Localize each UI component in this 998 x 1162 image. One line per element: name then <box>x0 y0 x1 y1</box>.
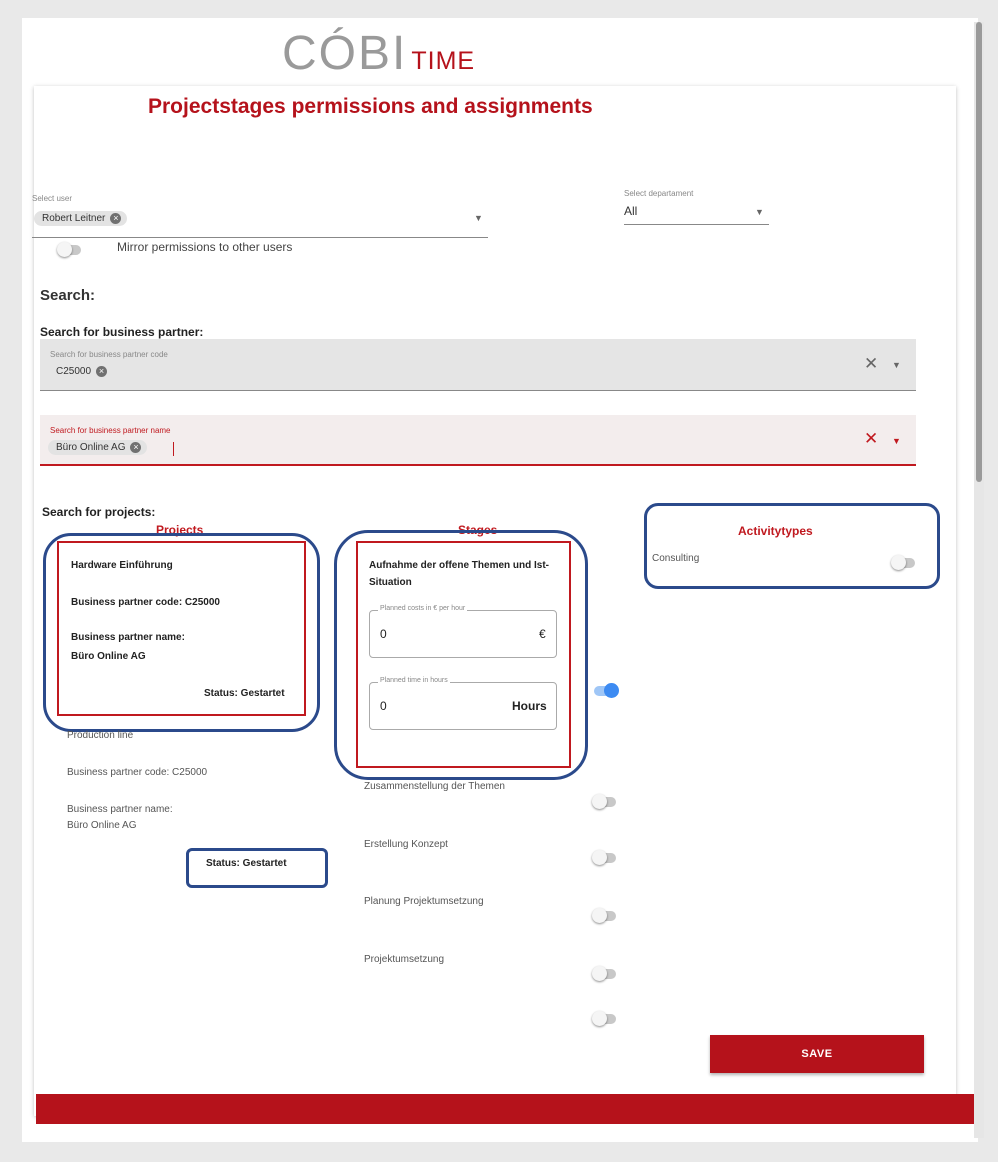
logo-main: CÓBI <box>282 27 408 80</box>
planned-costs-field[interactable]: Planned costs in € per hour 0 € <box>369 605 557 658</box>
mirror-permissions-label: Mirror permissions to other users <box>117 240 293 254</box>
select-department-field[interactable]: All ▼ <box>624 201 769 225</box>
bp-code-search-field[interactable]: Search for business partner code C25000 … <box>40 339 916 391</box>
planned-time-unit: Hours <box>512 699 547 713</box>
footer-bar <box>36 1094 974 1124</box>
project-bp-name: Büro Online AG <box>71 651 146 662</box>
select-user-field[interactable]: Robert Leitner × ▼ <box>32 208 488 238</box>
planned-time-value: 0 <box>380 699 387 713</box>
stage-card-selected[interactable]: Aufnahme der offene Themen und Ist-Situa… <box>356 541 571 768</box>
chip-remove-icon[interactable]: × <box>96 366 108 377</box>
stage-toggle[interactable] <box>592 1011 616 1026</box>
chip-remove-icon[interactable]: × <box>130 442 142 453</box>
planned-costs-unit: € <box>539 627 546 641</box>
user-chip[interactable]: Robert Leitner × <box>34 211 128 226</box>
scrollbar-thumb[interactable] <box>976 22 982 482</box>
bp-name-search-field[interactable]: Search for business partner name Büro On… <box>40 415 916 466</box>
bp-name-field-label: Search for business partner name <box>50 426 171 435</box>
stage-toggle-selected[interactable] <box>594 683 619 698</box>
chevron-down-icon[interactable]: ▼ <box>892 360 901 370</box>
save-button[interactable]: SAVE <box>710 1035 924 1073</box>
text-cursor <box>173 442 174 456</box>
user-chip-label: Robert Leitner <box>42 213 106 224</box>
project-bp-name-label: Business partner name: <box>67 804 173 815</box>
logo-sub: TIME <box>411 47 476 75</box>
activitytype-toggle[interactable] <box>891 555 915 570</box>
stage-toggle[interactable] <box>592 908 616 923</box>
annotation-ring <box>644 503 940 589</box>
stage-toggle[interactable] <box>592 966 616 981</box>
project-name[interactable]: Production line <box>67 730 133 741</box>
mirror-permissions-toggle[interactable] <box>57 242 81 257</box>
project-status: Status: Gestartet <box>206 858 287 869</box>
cobi-time-logo: CÓBI TIME <box>282 26 475 81</box>
bp-name-chip-label: Büro Online AG <box>56 442 126 453</box>
chevron-down-icon[interactable]: ▼ <box>755 207 764 217</box>
project-bp-name-label: Business partner name: <box>71 632 185 643</box>
chevron-down-icon[interactable]: ▼ <box>474 213 483 223</box>
chip-remove-icon[interactable]: × <box>110 213 122 224</box>
bp-code-chip-label: C25000 <box>56 366 92 377</box>
activitytypes-column-heading: Activitytypes <box>738 524 813 538</box>
select-user-label: Select user <box>32 194 73 203</box>
page-title: Projectstages permissions and assignment… <box>148 95 593 118</box>
bp-code-chip[interactable]: C25000 × <box>48 364 113 379</box>
planned-time-field[interactable]: Planned time in hours 0 Hours <box>369 677 557 730</box>
stage-name[interactable]: Planung Projektumsetzung <box>364 896 484 907</box>
stage-toggle[interactable] <box>592 850 616 865</box>
chevron-down-icon[interactable]: ▼ <box>892 436 901 446</box>
bp-code-field-label: Search for business partner code <box>50 350 168 359</box>
project-status: Status: Gestartet <box>204 688 285 699</box>
bp-name-chip[interactable]: Büro Online AG × <box>48 440 148 455</box>
stage-name: Aufnahme der offene Themen und Ist-Situa… <box>369 560 550 588</box>
stage-toggle[interactable] <box>592 794 616 809</box>
planned-costs-label: Planned costs in € per hour <box>378 605 468 612</box>
planned-time-label: Planned time in hours <box>378 677 450 684</box>
project-bp-code: Business partner code: C25000 <box>67 767 208 778</box>
search-heading: Search: <box>40 287 96 304</box>
clear-icon[interactable]: ✕ <box>864 429 878 449</box>
project-bp-code: Business partner code: C25000 <box>71 597 220 608</box>
project-name: Hardware Einführung <box>71 560 173 571</box>
bp-search-heading: Search for business partner: <box>40 325 204 339</box>
stage-name[interactable]: Zusammenstellung der Themen <box>364 781 505 792</box>
stage-name[interactable]: Projektumsetzung <box>364 954 444 965</box>
planned-costs-value: 0 <box>380 627 387 641</box>
projects-search-heading: Search for projects: <box>42 505 156 519</box>
stage-name[interactable]: Erstellung Konzept <box>364 839 448 850</box>
clear-icon[interactable]: ✕ <box>864 354 878 374</box>
project-card-selected[interactable]: Hardware Einführung Business partner cod… <box>57 541 306 716</box>
activitytype-name: Consulting <box>652 553 700 564</box>
select-department-label: Select departament <box>624 189 694 198</box>
project-bp-name: Büro Online AG <box>67 820 137 831</box>
department-value: All <box>624 204 638 218</box>
